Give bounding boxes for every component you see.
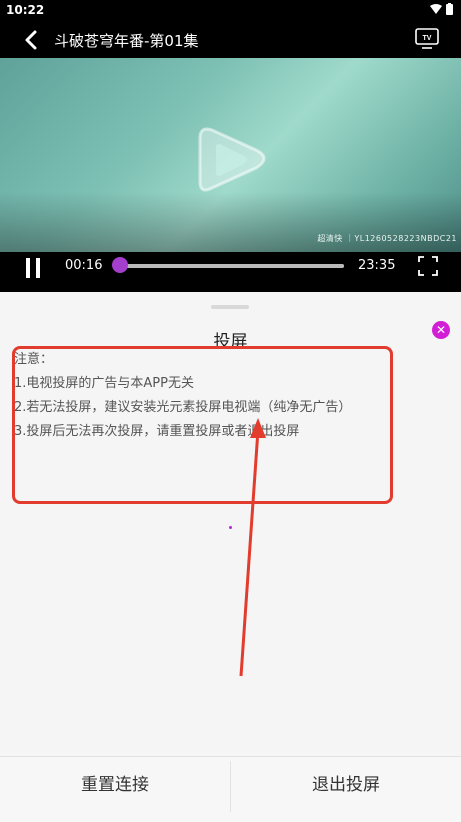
current-time: 00:16 (65, 258, 103, 273)
annotation-box (12, 346, 393, 504)
title-bar: 斗破苍穹年番-第01集 TV (0, 22, 461, 58)
back-arrow-icon[interactable] (18, 26, 46, 54)
video-watermark: 超清快 ｜YL1260528223NBDC21 (317, 234, 457, 243)
progress-fill (118, 264, 344, 268)
status-time: 10:22 (6, 3, 45, 17)
fullscreen-icon[interactable] (418, 256, 438, 276)
video-area[interactable]: 超清快 ｜YL1260528223NBDC21 (0, 58, 461, 252)
progress-track[interactable] (118, 264, 344, 268)
tv-cast-icon[interactable]: TV (415, 28, 439, 50)
tv-icon-label: TV (423, 35, 432, 42)
status-bar: 10:22 (0, 0, 461, 22)
wifi-icon (430, 4, 442, 14)
battery-icon (446, 3, 453, 15)
status-icons (430, 3, 453, 15)
exit-cast-button[interactable]: 退出投屏 (231, 757, 461, 822)
player-logo-icon (198, 127, 266, 192)
reset-connection-button[interactable]: 重置连接 (0, 757, 230, 822)
progress-thumb[interactable] (112, 257, 128, 273)
pause-icon[interactable] (24, 258, 42, 280)
action-bar: 重置连接 退出投屏 (0, 756, 461, 822)
loading-dot (229, 526, 232, 529)
total-duration: 23:35 (358, 258, 396, 273)
video-title: 斗破苍穹年番-第01集 (54, 32, 199, 50)
close-icon[interactable]: ✕ (432, 321, 450, 339)
player-controls: 00:16 23:35 (0, 252, 461, 292)
drag-handle[interactable] (211, 305, 249, 309)
